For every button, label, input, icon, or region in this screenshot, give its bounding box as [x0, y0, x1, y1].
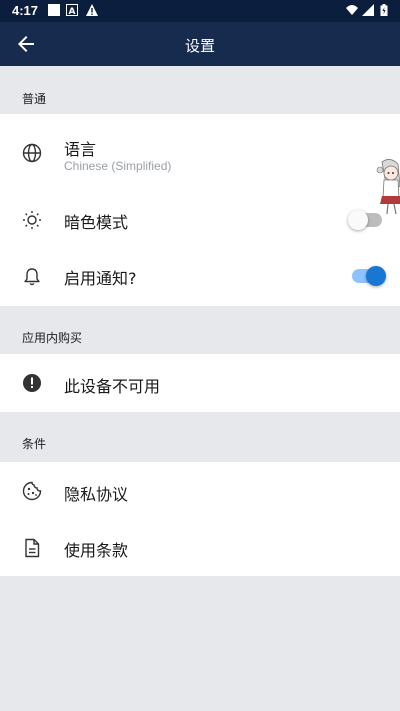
notifications-label: 启用通知?	[64, 269, 137, 288]
privacy-row[interactable]: 隐私协议	[0, 462, 400, 520]
error-icon	[23, 374, 41, 392]
section-title-iap: 应用内购买	[22, 331, 83, 345]
language-label: 语言	[64, 140, 97, 159]
terms-of-use-label: 使用条款	[64, 541, 129, 560]
language-row[interactable]: 语言 Chinese (Simplified)	[0, 114, 400, 192]
warning-icon	[86, 4, 98, 16]
iap-card: 此设备不可用	[0, 354, 400, 412]
cookie-icon	[22, 481, 42, 501]
toggle-knob	[366, 266, 386, 286]
notifications-toggle[interactable]	[352, 266, 386, 286]
notifications-row[interactable]: 启用通知?	[0, 248, 400, 304]
iap-unavailable-row[interactable]: 此设备不可用	[0, 354, 400, 412]
notification-square-icon	[48, 4, 60, 16]
section-header-terms: 条件	[0, 412, 400, 462]
wifi-icon	[346, 5, 358, 15]
dark-mode-row[interactable]: 暗色模式	[0, 192, 400, 248]
status-time: 4:17	[12, 3, 39, 18]
status-bar: 4:17 A	[0, 0, 400, 22]
iap-unavailable-label: 此设备不可用	[64, 377, 161, 396]
terms-of-use-row[interactable]: 使用条款	[0, 520, 400, 576]
signal-icon	[362, 4, 374, 16]
terms-card: 隐私协议 使用条款	[0, 462, 400, 576]
mascot-character-icon	[376, 159, 400, 215]
document-icon	[25, 538, 40, 558]
page-title: 设置	[184, 37, 215, 55]
bell-icon	[24, 268, 40, 286]
svg-text:A: A	[69, 7, 76, 16]
section-title-terms: 条件	[22, 437, 47, 451]
toggle-knob	[348, 210, 368, 230]
app-bar: 设置	[0, 22, 400, 66]
brightness-icon	[23, 211, 41, 229]
dark-mode-label: 暗色模式	[64, 213, 129, 232]
general-card: 语言 Chinese (Simplified) 暗色模式 启用通知?	[0, 114, 400, 306]
globe-icon	[22, 143, 42, 163]
section-title-general: 普通	[22, 92, 47, 106]
a-icon: A	[66, 4, 78, 16]
section-header-general: 普通	[0, 66, 400, 114]
section-header-iap: 应用内购买	[0, 306, 400, 354]
battery-icon	[380, 4, 388, 16]
privacy-label: 隐私协议	[64, 485, 129, 504]
language-value: Chinese (Simplified)	[64, 159, 172, 173]
